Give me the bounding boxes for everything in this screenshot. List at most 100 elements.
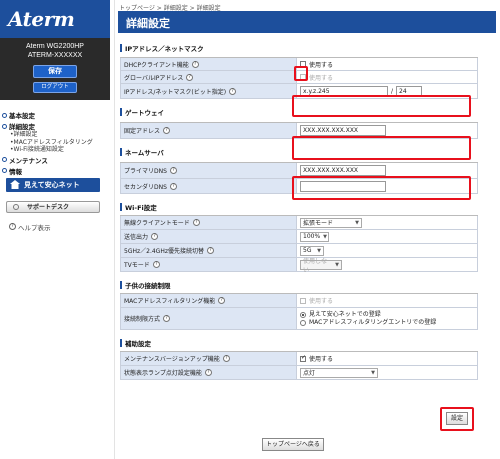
aterm-logo: Aterm [8,7,75,31]
help-icon[interactable]: ? [191,60,199,68]
row-maint-upgrade: メンテナンスバージョンアップ機能? 使用する [120,352,478,366]
sidebar: Aterm Aterm WG2200HP ATERM-XXXXXX 保存 ログア… [0,0,110,459]
help-icon[interactable]: ? [186,73,194,81]
child-table: MACアドレスフィルタリング機能? 使用する 接続制限方式? 見えて安心ネットで… [120,293,478,330]
maint-upgrade-checkbox[interactable] [300,354,306,362]
secondary-dns-label: セカンダリDNS [124,183,167,191]
help-icon[interactable]: ? [206,247,214,254]
highlight-ip-mask [292,95,471,117]
chevron-down-icon: ▼ [335,261,339,268]
tv-mode-select[interactable]: 使用しない ▼ [300,258,342,274]
breadcrumb: トップページ > 詳細設定 > 詳細設定 [119,5,221,12]
help-icon[interactable]: ? [169,167,177,174]
nav-info[interactable]: 情報 [2,166,110,176]
wireless-client-label: 無線クライアントモード [124,220,190,227]
help-icon[interactable]: ? [163,315,171,322]
logout-button[interactable]: ログアウト [33,82,77,93]
row-band-priority: 5GHz／2.4GHz優先接続切替? 5G ▼ [120,244,478,258]
page-title: 詳細設定 [118,11,496,33]
fixed-address-label: 固定アドレス [124,128,161,135]
primary-dns-input[interactable] [300,165,386,176]
circle-icon [13,203,19,210]
logo-band: Aterm [0,0,110,38]
global-ip-label: グローバルIPアドレス [124,74,184,82]
tx-power-select[interactable]: 100% ▼ [300,231,329,242]
help-icon[interactable]: ? [169,182,177,190]
section-child-header: 子供の接続制限 [120,279,496,290]
section-aux-header: 補助設定 [120,337,496,348]
status-lamp-select[interactable]: 点灯 ▼ [300,367,378,378]
sidebar-divider [114,0,115,459]
restriction-method-label: 接続制限方式 [124,316,161,323]
bullet-icon [2,157,7,162]
help-icon[interactable]: ? [163,127,171,134]
gateway-address-input[interactable] [300,125,386,136]
nav-detail-sub-wifi-notify[interactable]: •Wi-Fi接続通知設定 [2,146,110,154]
global-ip-checkbox-label: 使用する [309,74,334,82]
save-button[interactable]: 保存 [33,65,77,78]
mac-filter-checkbox[interactable] [300,297,306,304]
highlight-dhcp-checkbox [294,66,308,81]
device-id: ATERM-XXXXXX [27,52,83,59]
sidebar-nav: 基本設定 詳細設定 •詳細設定 •MACアドレスフィルタリング •Wi-Fi接続… [0,100,110,232]
help-icon[interactable]: ? [222,355,230,362]
nav-basic-settings[interactable]: 基本設定 [2,110,110,120]
row-restriction-method: 接続制限方式? 見えて安心ネットでの登録 MACアドレスフィルタリングエントリで… [120,308,478,330]
model-info-box: Aterm WG2200HP ATERM-XXXXXX 保存 ログアウト [0,38,110,100]
highlight-set-button [440,407,474,431]
chevron-down-icon: ▼ [317,247,321,254]
radio-mimamori-registration[interactable] [300,311,306,318]
primary-dns-label: プライマリDNS [124,168,167,175]
nav-detail-sub-detail[interactable]: •詳細設定 [2,131,110,139]
highlight-primary-dns [292,176,471,200]
dhcp-label: DHCPクライアント機能 [124,61,189,69]
ip-mask-label: IPアドレス/ネットマスク(ビット指定) [124,88,227,96]
slash-separator: / [391,87,394,95]
help-icon[interactable]: ? [192,219,200,226]
row-status-lamp: 状態表示ランプ点灯設定機能? 点灯 ▼ [120,366,478,380]
settings-form: IPアドレス／ネットマスク DHCPクライアント機能? 使用する グローバルIP… [118,33,496,380]
help-display-link[interactable]: ? ヘルプ表示 [6,222,110,232]
dhcp-checkbox-label: 使用する [309,61,334,69]
mac-filter-label: MACアドレスフィルタリング機能 [124,298,216,305]
tx-power-label: 送信出力 [124,234,149,241]
bullet-icon [2,123,7,129]
support-desk-button[interactable]: サポートデスク [6,200,100,213]
bullet-icon [2,112,7,118]
row-wireless-client: 無線クライアントモード? 拡張モード ▼ [120,216,478,230]
wifi-table: 無線クライアントモード? 拡張モード ▼ 送信出力? 100% ▼ 5GHz／2.4… [120,215,478,274]
help-icon[interactable]: ? [229,87,237,95]
row-tv-mode: TVモード? 使用しない ▼ [120,258,478,274]
row-tx-power: 送信出力? 100% ▼ [120,230,478,244]
help-icon[interactable]: ? [218,297,226,304]
help-icon[interactable]: ? [151,233,159,240]
wireless-client-select[interactable]: 拡張モード ▼ [300,217,362,228]
nav-detail-settings[interactable]: 詳細設定 [2,121,110,131]
radio-mac-entry-registration[interactable] [300,319,306,326]
nav-detail-sub-mac[interactable]: •MACアドレスフィルタリング [2,139,110,147]
section-wifi-header: Wi-Fi設定 [120,201,496,212]
aux-table: メンテナンスバージョンアップ機能? 使用する 状態表示ランプ点灯設定機能? 点灯… [120,351,478,380]
main-content: トップページ > 詳細設定 > 詳細設定 詳細設定 IPアドレス／ネットマスク … [116,0,500,459]
radio-mac-entry-label: MACアドレスフィルタリングエントリでの登録 [309,318,437,326]
band-priority-label: 5GHz／2.4GHz優先接続切替 [124,248,204,255]
band-priority-select[interactable]: 5G ▼ [300,245,324,256]
chevron-down-icon: ▼ [355,219,359,226]
bullet-icon [2,168,7,173]
chevron-down-icon: ▼ [371,369,375,376]
section-ip-header: IPアドレス／ネットマスク [120,42,496,53]
mimamori-net-button[interactable]: 見えて安心ネット [6,177,100,192]
back-to-top-button[interactable]: トップページへ戻る [262,438,324,451]
help-icon[interactable]: ? [152,261,160,268]
nav-maintenance[interactable]: メンテナンス [2,155,110,165]
tv-mode-label: TVモード [124,262,150,269]
row-mac-filter: MACアドレスフィルタリング機能? 使用する [120,294,478,308]
chevron-down-icon: ▼ [323,233,328,240]
help-icon[interactable]: ? [204,369,212,376]
home-icon [10,180,20,189]
help-icon: ? [9,223,16,230]
highlight-gateway [292,136,471,160]
model-name: Aterm WG2200HP [26,43,84,50]
status-lamp-label: 状態表示ランプ点灯設定機能 [124,370,202,377]
mac-filter-checkbox-label: 使用する [309,298,334,305]
